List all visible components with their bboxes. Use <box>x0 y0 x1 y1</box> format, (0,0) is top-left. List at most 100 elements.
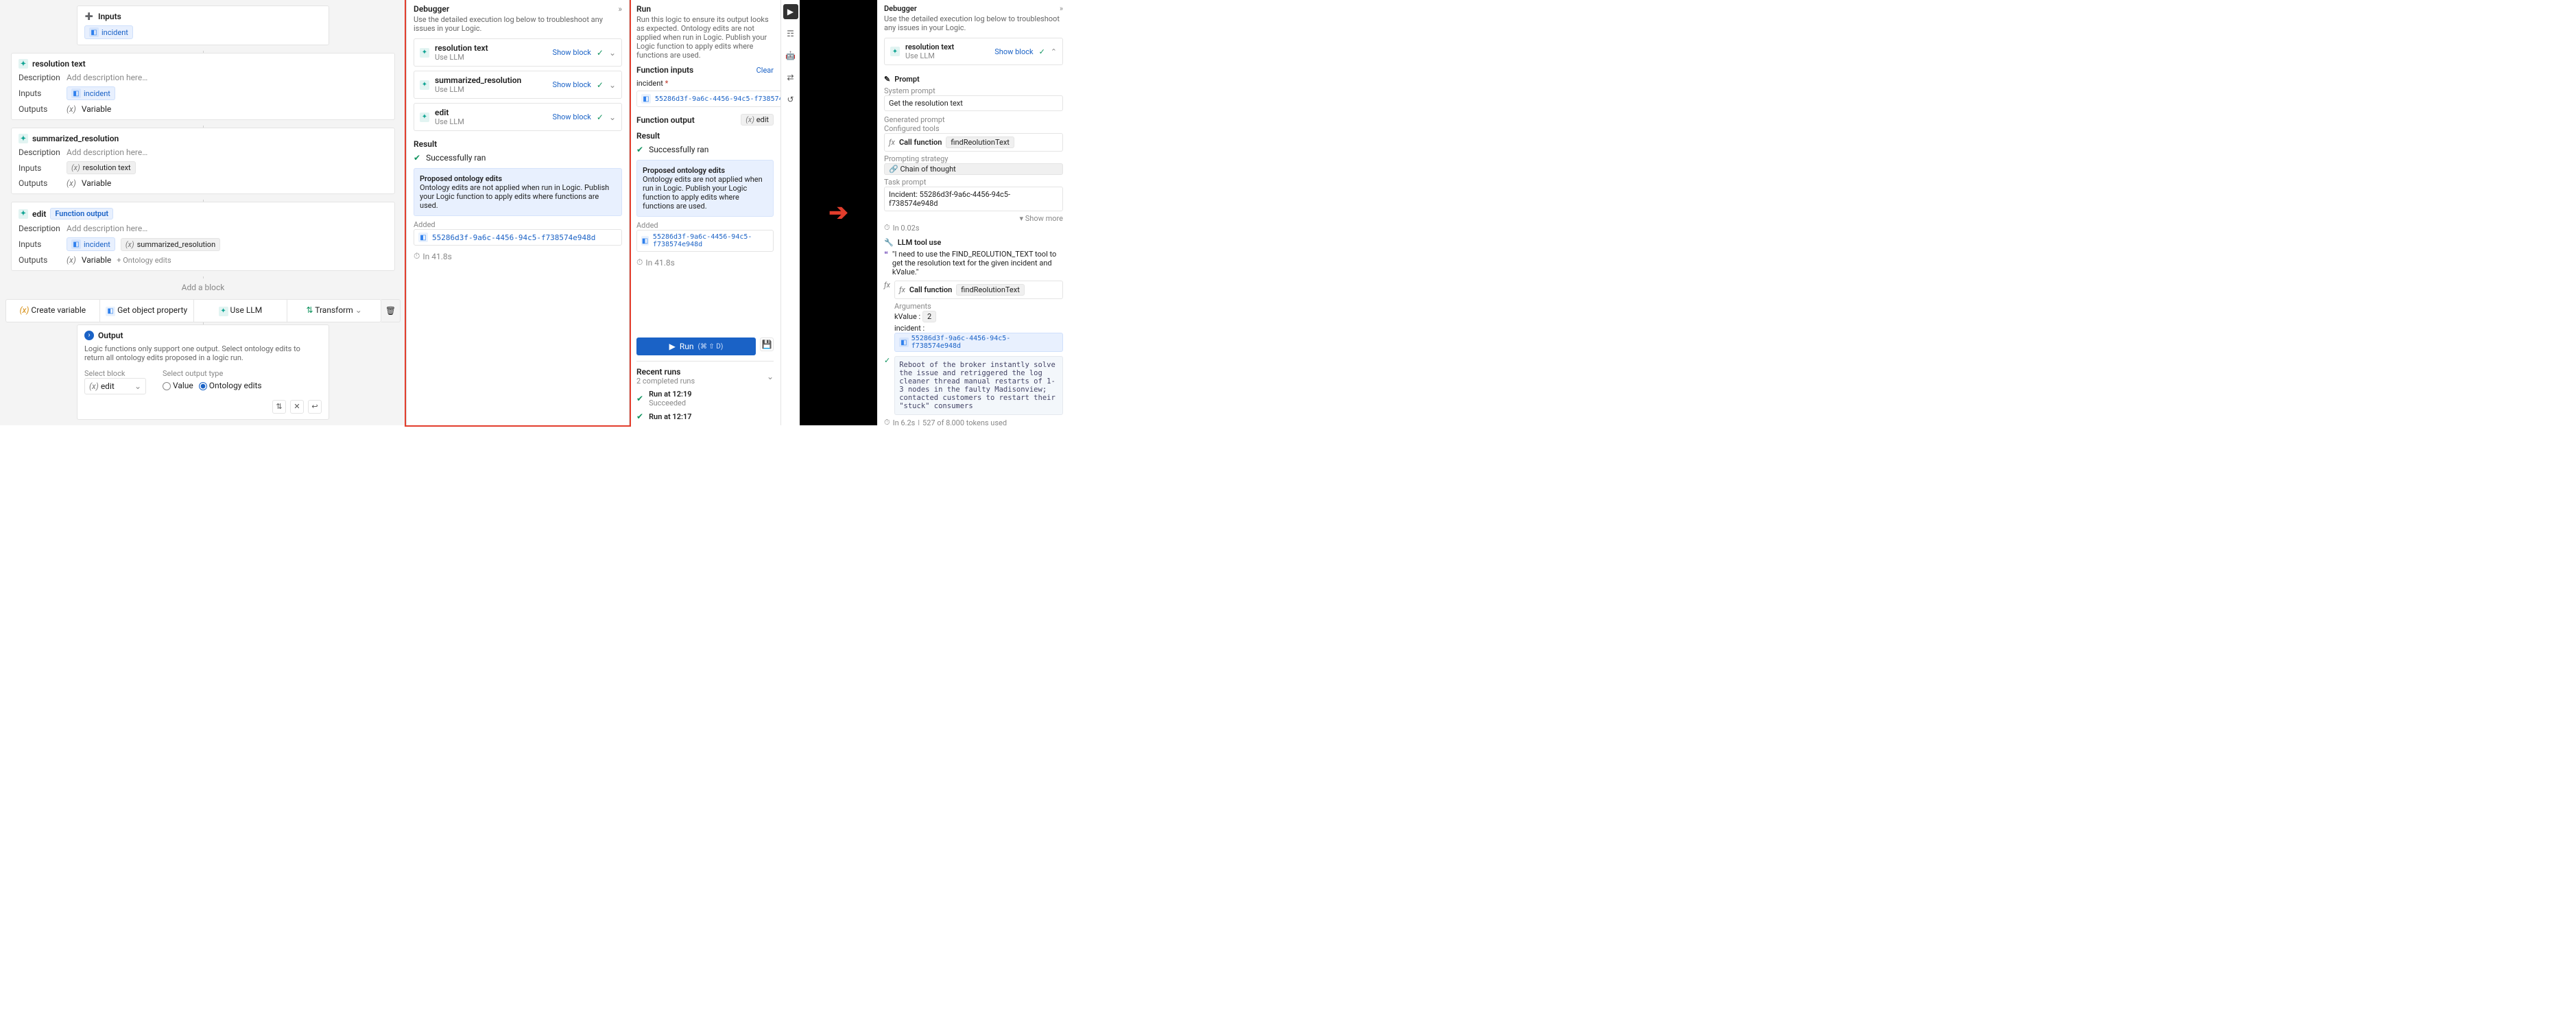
var-icon: (x) <box>67 104 76 114</box>
var-icon: (x) <box>67 255 76 265</box>
delete-button[interactable]: 🗑 <box>381 299 401 322</box>
logic-canvas: ➕ Inputs ◧ incident ✦ resolution text De… <box>0 0 406 425</box>
object-icon: ◧ <box>71 239 81 249</box>
edit-chip[interactable]: (x) edit <box>741 114 774 126</box>
output-note: Logic functions only support one output.… <box>84 344 322 362</box>
chevron-up-icon[interactable]: ⌃ <box>1051 47 1057 56</box>
debug-row[interactable]: ✦ resolution text Use LLM Show block ✓ ⌄ <box>414 38 622 67</box>
debugger-subtitle: Use the detailed execution log below to … <box>414 15 622 33</box>
debugger-panel-right: Debugger » Use the detailed execution lo… <box>877 0 1070 425</box>
incident-chip[interactable]: ◧ 55286d3f-9a6c-4456-94c5-f738574e948d <box>894 333 1063 352</box>
check-icon: ✓ <box>597 80 604 90</box>
chevron-down-icon[interactable]: ⌄ <box>609 48 616 58</box>
inputs-card: ➕ Inputs ◧ incident <box>77 5 329 45</box>
var-icon: (x) <box>71 163 80 172</box>
input-chip[interactable]: (x) summarized_resolution <box>121 238 220 251</box>
input-chip[interactable]: ◧ incident <box>67 237 115 251</box>
proposed-edits-banner: Proposed ontology edits Ontology edits a… <box>636 160 774 217</box>
incident-input[interactable]: ◧ 55286d3f-9a6c-4456-94c5-f738574e948d ⌄ <box>636 91 780 107</box>
radio-ontology-edits[interactable]: Ontology edits <box>199 381 262 390</box>
run-button[interactable]: ▶ Run (⌘ ⇧ D) <box>636 338 756 355</box>
stopwatch-icon: ⏱ <box>884 223 890 233</box>
show-block-link[interactable]: Show block <box>553 113 591 121</box>
object-icon: ◧ <box>106 307 115 316</box>
desc-input[interactable]: Add description here… <box>67 147 147 157</box>
radio-value[interactable]: Value <box>163 381 193 390</box>
recent-run-item[interactable]: ✔ Run at 12:19 Succeeded <box>636 390 774 407</box>
fx-icon: ƒx <box>884 281 890 352</box>
collapse-icon[interactable]: » <box>1060 4 1063 13</box>
collapse-icon[interactable]: » <box>618 4 622 14</box>
debug-row-expanded[interactable]: ✦ resolution text Use LLM Show block ✓ ⌃ <box>884 38 1063 65</box>
object-icon: ◧ <box>71 88 81 98</box>
save-button[interactable]: 💾 <box>760 338 774 351</box>
check-circle-icon: ✔ <box>636 412 643 421</box>
add-block-button[interactable]: Add a block <box>5 283 401 292</box>
select-block-dropdown[interactable]: (x) edit ⌄ <box>84 378 146 394</box>
function-inputs-heading: Function inputs <box>636 65 693 75</box>
check-icon: ✓ <box>1039 47 1045 56</box>
chevron-down-icon: ⌄ <box>134 381 141 391</box>
debug-row[interactable]: ✦ edit Use LLM Show block ✓ ⌄ <box>414 103 622 131</box>
check-circle-icon: ✔ <box>414 153 420 163</box>
clear-link[interactable]: Clear <box>756 66 774 75</box>
var-icon: (x) <box>67 178 76 188</box>
check-icon: ✓ <box>597 48 604 58</box>
block-edit[interactable]: ✦ edit Function output Description Add d… <box>11 202 395 271</box>
right-icon-bar: ▶ ☶ 🤖 ⇄ ↺ <box>780 0 800 425</box>
show-block-link[interactable]: Show block <box>553 80 591 89</box>
object-icon: ◧ <box>641 236 649 246</box>
configured-tool: ƒx Call function findReolutionText <box>884 133 1063 152</box>
close-button[interactable]: ✕ <box>290 400 304 414</box>
recent-runs-heading: Recent runs <box>636 367 695 377</box>
object-icon: ◧ <box>418 233 428 242</box>
input-chip[interactable]: (x) resolution text <box>67 161 136 174</box>
debugger-title: Debugger <box>414 4 449 14</box>
arrow-annotation: ➔ <box>800 0 877 425</box>
inputs-icon: ➕ <box>84 12 94 21</box>
confirm-button[interactable]: ↩ <box>308 400 322 414</box>
object-icon: ◧ <box>641 94 651 104</box>
robot-icon[interactable]: 🤖 <box>783 48 798 63</box>
check-icon: ✓ <box>597 113 604 122</box>
var-icon: (x) <box>126 240 134 249</box>
added-object[interactable]: ◧ 55286d3f-9a6c-4456-94c5-f738574e948d <box>414 229 622 246</box>
recent-run-item[interactable]: ✔ Run at 12:17 <box>636 412 774 421</box>
show-block-link[interactable]: Show block <box>553 48 591 57</box>
tool-icon: 🔧 <box>884 238 894 247</box>
object-icon: ◧ <box>899 338 909 347</box>
chevron-down-icon[interactable]: ⌄ <box>767 372 774 381</box>
added-object[interactable]: ◧ 55286d3f-9a6c-4456-94c5-f738574e948d <box>636 230 774 252</box>
task-prompt: Incident: 55286d3f-9a6c-4456-94c5-f73857… <box>884 187 1063 211</box>
check-circle-icon: ✔ <box>636 394 643 403</box>
play-button[interactable]: ▶ <box>783 4 798 19</box>
move-up-button[interactable]: ⇅ <box>272 400 286 414</box>
desc-input[interactable]: Add description here… <box>67 224 147 233</box>
strategy-chip: 🔗 Chain of thought <box>884 163 1063 175</box>
chevron-down-icon[interactable]: ⌄ <box>609 113 616 122</box>
desc-input[interactable]: Add description here… <box>67 73 147 82</box>
flow-icon[interactable]: ⇄ <box>783 70 798 85</box>
llm-icon: ✦ <box>219 307 228 316</box>
get-object-property-button[interactable]: ◧ Get object property <box>100 300 194 322</box>
check-icon: ✓ <box>884 356 890 415</box>
stopwatch-icon: ⏱ <box>636 257 643 268</box>
output-icon: › <box>84 331 94 340</box>
block-resolution-text[interactable]: ✦ resolution text Description Add descri… <box>11 53 395 120</box>
history-icon[interactable]: ↺ <box>783 92 798 107</box>
input-chip[interactable]: ◧ incident <box>67 86 115 100</box>
input-chip-incident[interactable]: ◧ incident <box>84 25 133 39</box>
show-more-link[interactable]: ▾ Show more <box>1020 214 1064 223</box>
show-block-link[interactable]: Show block <box>994 47 1033 56</box>
tool-output: Reboot of the broker instantly solve the… <box>894 356 1063 415</box>
checklist-icon[interactable]: ☶ <box>783 26 798 41</box>
llm-icon: ✦ <box>19 209 28 219</box>
chevron-down-icon[interactable]: ⌄ <box>609 80 616 90</box>
transform-button[interactable]: ⇅ Transform ⌄ <box>287 300 381 322</box>
llm-icon: ✦ <box>420 113 429 122</box>
create-variable-button[interactable]: (x) Create variable <box>6 300 100 322</box>
debug-row[interactable]: ✦ summarized_resolution Use LLM Show blo… <box>414 71 622 99</box>
block-summarized-resolution[interactable]: ✦ summarized_resolution Description Add … <box>11 128 395 194</box>
llm-icon: ✦ <box>19 134 28 143</box>
use-llm-button[interactable]: ✦ Use LLM <box>194 300 288 322</box>
